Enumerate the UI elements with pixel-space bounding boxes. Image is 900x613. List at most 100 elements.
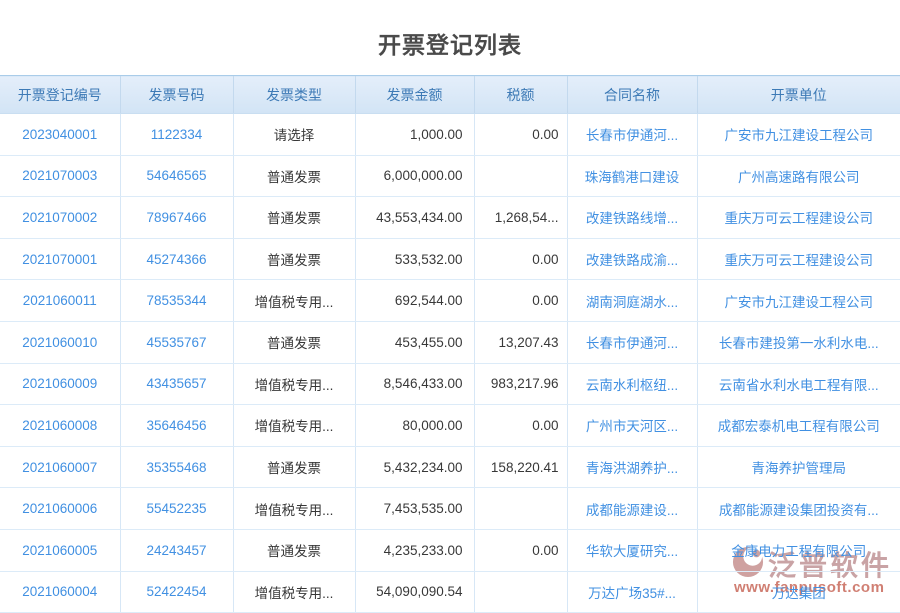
unit-link[interactable]: 青海养护管理局 <box>697 446 900 488</box>
table-row: 2021060004 52422454 增值税专用... 54,090,090.… <box>0 571 900 613</box>
invoice-no-link[interactable]: 78967466 <box>120 197 233 239</box>
table-body: 2023040001 1122334 请选择 1,000.00 0.00 长春市… <box>0 114 900 613</box>
table-row: 2021060010 45535767 普通发票 453,455.00 13,2… <box>0 321 900 363</box>
invoice-no-link[interactable]: 35355468 <box>120 446 233 488</box>
reg-no-link[interactable]: 2021060010 <box>0 321 120 363</box>
invoice-no-link[interactable]: 54646565 <box>120 155 233 197</box>
reg-no-link[interactable]: 2021070002 <box>0 197 120 239</box>
reg-no-link[interactable]: 2021060009 <box>0 363 120 405</box>
contract-link[interactable]: 成都能源建设... <box>567 488 697 530</box>
invoice-no-link[interactable]: 52422454 <box>120 571 233 613</box>
table-row: 2021060005 24243457 普通发票 4,235,233.00 0.… <box>0 529 900 571</box>
amount-cell: 80,000.00 <box>355 405 474 447</box>
amount-cell: 43,553,434.00 <box>355 197 474 239</box>
unit-link[interactable]: 重庆万可云工程建设公司 <box>697 197 900 239</box>
amount-cell: 533,532.00 <box>355 238 474 280</box>
unit-link[interactable]: 金康电力工程有限公司 <box>697 529 900 571</box>
contract-link[interactable]: 珠海鹤港口建设 <box>567 155 697 197</box>
table-row: 2021070001 45274366 普通发票 533,532.00 0.00… <box>0 238 900 280</box>
invoice-no-link[interactable]: 1122334 <box>120 114 233 156</box>
reg-no-link[interactable]: 2021060006 <box>0 488 120 530</box>
invoice-type-cell: 增值税专用... <box>233 571 355 613</box>
amount-cell: 692,544.00 <box>355 280 474 322</box>
column-header-unit: 开票单位 <box>697 76 900 114</box>
invoice-registration-table: 开票登记编号 发票号码 发票类型 发票金额 税额 合同名称 开票单位 20230… <box>0 75 900 613</box>
amount-cell: 5,432,234.00 <box>355 446 474 488</box>
column-header-contract: 合同名称 <box>567 76 697 114</box>
contract-link[interactable]: 华软大厦研究... <box>567 529 697 571</box>
invoice-type-cell: 普通发票 <box>233 529 355 571</box>
invoice-type-cell: 增值税专用... <box>233 280 355 322</box>
contract-link[interactable]: 广州市天河区... <box>567 405 697 447</box>
contract-link[interactable]: 云南水利枢纽... <box>567 363 697 405</box>
tax-cell: 983,217.96 <box>474 363 567 405</box>
tax-cell: 0.00 <box>474 405 567 447</box>
amount-cell: 453,455.00 <box>355 321 474 363</box>
tax-cell: 158,220.41 <box>474 446 567 488</box>
invoice-no-link[interactable]: 43435657 <box>120 363 233 405</box>
unit-link[interactable]: 万达集团 <box>697 571 900 613</box>
reg-no-link[interactable]: 2021060007 <box>0 446 120 488</box>
invoice-type-cell: 普通发票 <box>233 321 355 363</box>
invoice-type-cell: 增值税专用... <box>233 363 355 405</box>
reg-no-link[interactable]: 2021060011 <box>0 280 120 322</box>
amount-cell: 54,090,090.54 <box>355 571 474 613</box>
amount-cell: 4,235,233.00 <box>355 529 474 571</box>
tax-cell: 1,268,54... <box>474 197 567 239</box>
reg-no-link[interactable]: 2021060005 <box>0 529 120 571</box>
tax-cell: 0.00 <box>474 114 567 156</box>
contract-link[interactable]: 改建铁路线增... <box>567 197 697 239</box>
table-row: 2021060011 78535344 增值税专用... 692,544.00 … <box>0 280 900 322</box>
invoice-no-link[interactable]: 35646456 <box>120 405 233 447</box>
tax-cell <box>474 155 567 197</box>
tax-cell <box>474 571 567 613</box>
contract-link[interactable]: 长春市伊通河... <box>567 114 697 156</box>
invoice-type-cell: 增值税专用... <box>233 488 355 530</box>
column-header-type: 发票类型 <box>233 76 355 114</box>
invoice-type-cell: 普通发票 <box>233 238 355 280</box>
column-header-invoice-no: 发票号码 <box>120 76 233 114</box>
invoice-type-cell: 请选择 <box>233 114 355 156</box>
tax-cell: 0.00 <box>474 280 567 322</box>
table-row: 2023040001 1122334 请选择 1,000.00 0.00 长春市… <box>0 114 900 156</box>
contract-link[interactable]: 改建铁路成渝... <box>567 238 697 280</box>
table-header: 开票登记编号 发票号码 发票类型 发票金额 税额 合同名称 开票单位 <box>0 76 900 114</box>
contract-link[interactable]: 长春市伊通河... <box>567 321 697 363</box>
column-header-amount: 发票金额 <box>355 76 474 114</box>
reg-no-link[interactable]: 2021070001 <box>0 238 120 280</box>
unit-link[interactable]: 重庆万可云工程建设公司 <box>697 238 900 280</box>
reg-no-link[interactable]: 2021060008 <box>0 405 120 447</box>
page-title: 开票登记列表 <box>0 0 900 60</box>
reg-no-link[interactable]: 2023040001 <box>0 114 120 156</box>
table-row: 2021060008 35646456 增值税专用... 80,000.00 0… <box>0 405 900 447</box>
unit-link[interactable]: 云南省水利水电工程有限... <box>697 363 900 405</box>
unit-link[interactable]: 成都能源建设集团投资有... <box>697 488 900 530</box>
invoice-no-link[interactable]: 55452235 <box>120 488 233 530</box>
invoice-type-cell: 普通发票 <box>233 197 355 239</box>
column-header-tax: 税额 <box>474 76 567 114</box>
table-row: 2021070003 54646565 普通发票 6,000,000.00 珠海… <box>0 155 900 197</box>
invoice-no-link[interactable]: 24243457 <box>120 529 233 571</box>
unit-link[interactable]: 广安市九江建设工程公司 <box>697 280 900 322</box>
table-row: 2021060007 35355468 普通发票 5,432,234.00 15… <box>0 446 900 488</box>
invoice-type-cell: 普通发票 <box>233 155 355 197</box>
contract-link[interactable]: 湖南洞庭湖水... <box>567 280 697 322</box>
unit-link[interactable]: 成都宏泰机电工程有限公司 <box>697 405 900 447</box>
contract-link[interactable]: 青海洪湖养护... <box>567 446 697 488</box>
contract-link[interactable]: 万达广场35#... <box>567 571 697 613</box>
unit-link[interactable]: 广安市九江建设工程公司 <box>697 114 900 156</box>
tax-cell: 0.00 <box>474 529 567 571</box>
amount-cell: 7,453,535.00 <box>355 488 474 530</box>
amount-cell: 6,000,000.00 <box>355 155 474 197</box>
unit-link[interactable]: 广州高速路有限公司 <box>697 155 900 197</box>
unit-link[interactable]: 长春市建投第一水利水电... <box>697 321 900 363</box>
tax-cell: 0.00 <box>474 238 567 280</box>
reg-no-link[interactable]: 2021070003 <box>0 155 120 197</box>
reg-no-link[interactable]: 2021060004 <box>0 571 120 613</box>
table-row: 2021060009 43435657 增值税专用... 8,546,433.0… <box>0 363 900 405</box>
amount-cell: 8,546,433.00 <box>355 363 474 405</box>
invoice-no-link[interactable]: 45274366 <box>120 238 233 280</box>
invoice-no-link[interactable]: 45535767 <box>120 321 233 363</box>
invoice-no-link[interactable]: 78535344 <box>120 280 233 322</box>
tax-cell: 13,207.43 <box>474 321 567 363</box>
